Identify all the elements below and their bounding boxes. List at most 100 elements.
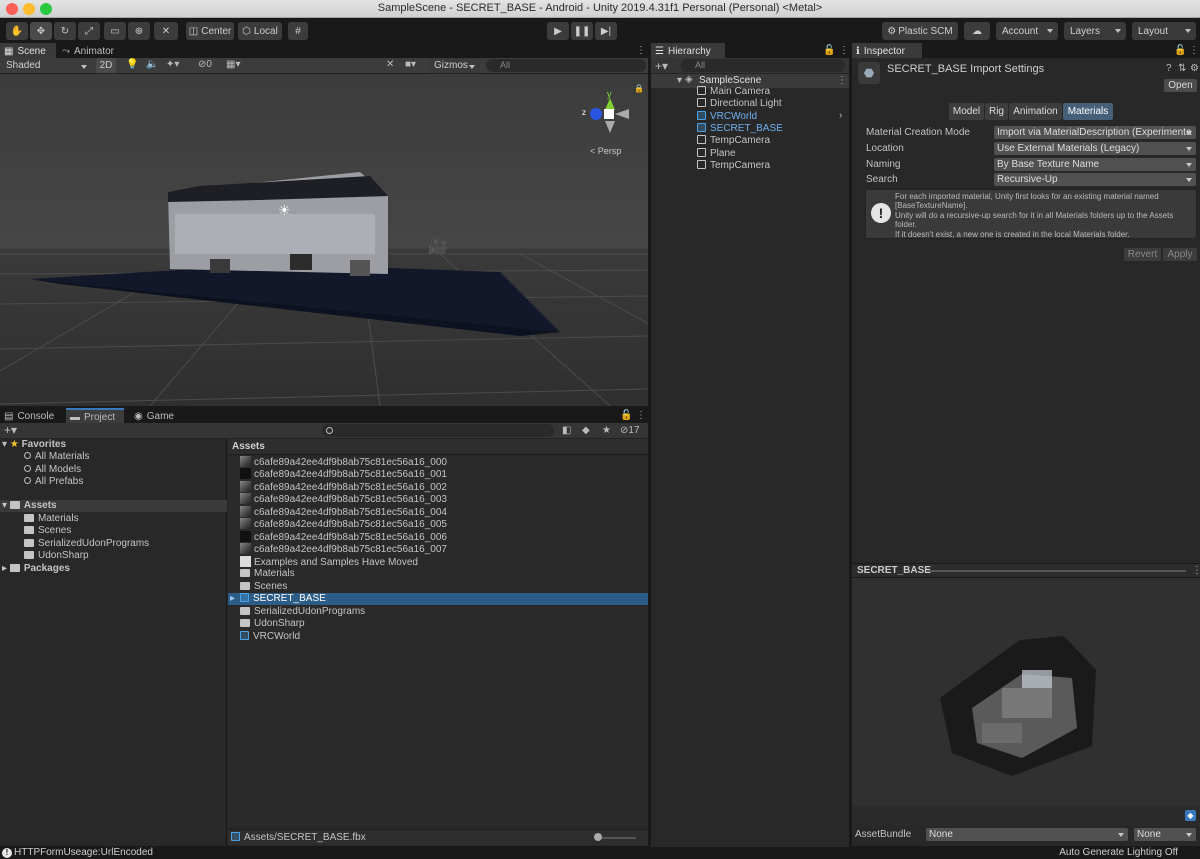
file-item[interactable]: Examples and Samples Have Moved [240,556,418,568]
lock-icon[interactable]: 🔓 [823,45,835,56]
custom-tool-icon[interactable]: ✕ [154,22,178,40]
project-lock-icon[interactable]: 🔓 [620,410,632,421]
expand-arrow-icon[interactable]: ▾ [2,439,10,450]
scene-search-input[interactable]: All [486,59,646,72]
inspector-lock-icon[interactable]: 🔓 [1174,45,1186,56]
rotate-tool-icon[interactable]: ↻ [54,22,76,40]
tools-icon[interactable]: ✕ [386,59,394,70]
step-button[interactable]: ▶| [595,22,617,40]
file-item[interactable]: SerializedUdonPrograms [240,606,365,618]
file-item[interactable]: c6afe89a42ee4df9b8ab75c81ec56a16_004 [240,506,447,518]
persp-label[interactable]: < Persp [590,146,621,156]
file-item[interactable]: c6afe89a42ee4df9b8ab75c81ec56a16_007 [240,543,447,555]
location-dropdown[interactable]: Use External Materials (Legacy) [994,142,1196,155]
preview-header[interactable]: SECRET_BASE ⋮ [852,563,1200,577]
asset-folder-item[interactable]: Materials [24,513,79,525]
status-message[interactable]: HTTPFormUseage:UrlEncoded [14,847,153,858]
favorite-item[interactable]: All Prefabs [24,476,83,488]
open-button[interactable]: Open [1164,79,1197,92]
scale-tool-icon[interactable]: ⤢ [78,22,100,40]
hierarchy-item[interactable]: Plane [697,148,736,160]
file-item[interactable]: c6afe89a42ee4df9b8ab75c81ec56a16_002 [240,481,447,493]
tag-icon[interactable]: ◆ [1185,810,1196,821]
assetbundle-variant-dropdown[interactable]: None [1134,828,1196,841]
file-item[interactable]: c6afe89a42ee4df9b8ab75c81ec56a16_003 [240,493,447,505]
layers-dropdown[interactable]: Layers [1064,22,1126,40]
play-button[interactable]: ▶ [547,22,569,40]
expand-arrow-icon[interactable]: ▾ [677,75,682,86]
subtab-materials[interactable]: Materials [1063,103,1113,120]
panel-menu-icon[interactable]: ⋮ [636,45,646,56]
assetbundle-dropdown[interactable]: None [926,828,1128,841]
shading-mode-dropdown[interactable]: Shaded [0,58,92,73]
file-item[interactable]: UdonSharp [240,618,305,630]
file-item[interactable]: c6afe89a42ee4df9b8ab75c81ec56a16_000 [240,456,447,468]
collapse-arrow-icon[interactable]: ▸ [2,563,10,574]
project-menu-icon[interactable]: ⋮ [636,410,646,421]
hidden-packages-toggle[interactable]: ⊘17 [620,425,640,436]
file-item[interactable]: Materials [240,568,295,580]
search-by-label-icon[interactable]: ◆ [582,425,590,436]
hidden-objects-toggle[interactable]: ⊘0 [198,59,212,70]
tab-game[interactable]: ◉ Game [130,408,182,424]
help-icon[interactable]: ? [1166,63,1172,74]
plastic-scm-button[interactable]: ⚙ Plastic SCM [882,22,958,40]
lighting-status[interactable]: Auto Generate Lighting Off [1059,847,1178,858]
pause-button[interactable]: ❚❚ [571,22,593,40]
save-search-icon[interactable]: ★ [602,425,611,436]
subtab-animation[interactable]: Animation [1009,103,1062,120]
add-icon[interactable]: +▾ [655,59,668,73]
file-item[interactable]: c6afe89a42ee4df9b8ab75c81ec56a16_006 [240,531,447,543]
naming-dropdown[interactable]: By Base Texture Name [994,158,1196,171]
mode-2d-toggle[interactable]: 2D [96,58,116,73]
file-item[interactable]: VRCWorld [240,631,300,643]
audio-icon[interactable]: 🔈 [146,59,158,70]
tab-hierarchy[interactable]: ☰ Hierarchy [651,43,725,59]
cloud-icon[interactable]: ☁ [964,22,990,40]
packages-row[interactable]: ▸ Packages [2,563,70,575]
inspector-menu-icon[interactable]: ⋮ [1189,45,1199,56]
hierarchy-item[interactable]: VRCWorld [697,111,757,123]
tab-animator[interactable]: ⤳ Animator [58,43,128,59]
favorite-item[interactable]: All Materials [24,451,89,463]
search-by-type-icon[interactable]: ◧ [562,425,571,436]
project-search-input[interactable] [322,424,554,437]
breadcrumb-assets[interactable]: Assets [232,441,265,452]
preview-menu-icon[interactable]: ⋮ [1192,565,1200,576]
effects-icon[interactable]: ✦▾ [166,59,179,70]
expand-arrow-icon[interactable]: ▸ [230,593,235,605]
settings-gear-icon[interactable]: ⚙ [1190,63,1199,74]
lighting-icon[interactable]: 💡 [126,59,138,70]
favorite-item[interactable]: All Models [24,464,81,476]
assets-root-row[interactable]: ▾ Assets [0,500,227,512]
orientation-gizmo[interactable]: y z 🔒 [580,84,644,144]
favorites-row[interactable]: ▾ ★ Favorites [2,439,66,451]
move-tool-icon[interactable]: ✥ [30,22,52,40]
subtab-model[interactable]: Model [949,103,984,120]
hierarchy-search-input[interactable]: All [681,59,845,72]
hierarchy-item[interactable]: TempCamera [697,135,770,147]
tab-scene[interactable]: ▦ Scene [0,43,56,59]
hierarchy-item[interactable]: Directional Light [697,98,782,110]
search-dropdown[interactable]: Recursive-Up [994,173,1196,186]
transform-tool-icon[interactable]: ⊕ [128,22,150,40]
hand-tool-icon[interactable]: ✋ [6,22,28,40]
tab-console[interactable]: ▤ Console [0,408,64,424]
grid-snap-icon[interactable]: ▦▾ [226,59,240,70]
layout-dropdown[interactable]: Layout [1132,22,1196,40]
revert-button[interactable]: Revert [1124,248,1161,261]
asset-folder-item[interactable]: Scenes [24,525,71,537]
preview-drag-handle[interactable] [926,570,1186,572]
expand-arrow-icon[interactable]: ▾ [2,500,10,511]
file-item[interactable]: c6afe89a42ee4df9b8ab75c81ec56a16_001 [240,468,447,480]
hierarchy-item[interactable]: TempCamera [697,160,770,172]
gizmo-lock-icon[interactable]: 🔒 [634,84,644,93]
camera-settings-icon[interactable]: ■▾ [405,59,416,70]
hierarchy-menu-icon[interactable]: ⋮ [839,45,849,56]
subtab-rig[interactable]: Rig [985,103,1008,120]
preset-icon[interactable]: ⇅ [1178,63,1186,74]
pivot-center-button[interactable]: ◫ Center [186,22,234,40]
tab-project[interactable]: ▬ Project [66,408,124,424]
zoom-slider-track[interactable] [596,837,636,839]
account-dropdown[interactable]: Account [996,22,1058,40]
